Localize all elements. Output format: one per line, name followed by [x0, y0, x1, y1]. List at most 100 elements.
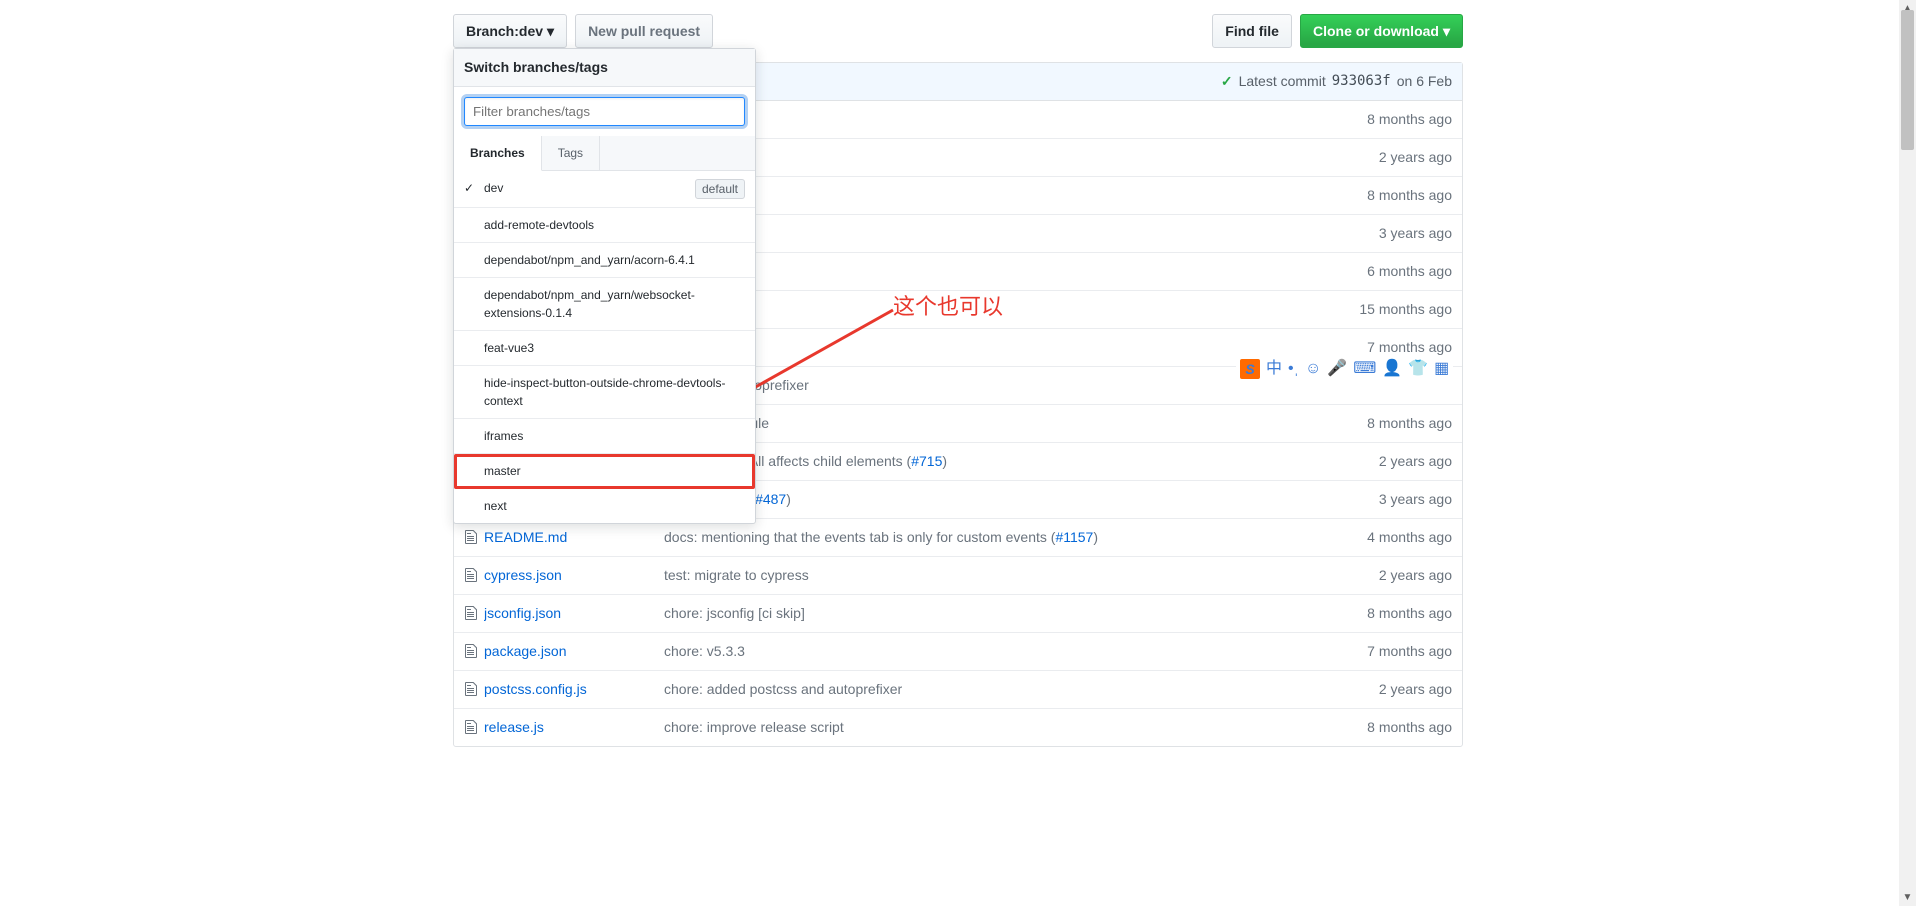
- file-icon: [464, 603, 484, 624]
- ime-lang-icon[interactable]: 中: [1266, 357, 1282, 381]
- tab-branches[interactable]: Branches: [454, 136, 542, 171]
- branch-name: dev: [519, 21, 543, 41]
- branch-item-add-remote-devtools[interactable]: add-remote-devtools: [454, 208, 755, 243]
- file-age: 4 months ago: [1332, 527, 1452, 548]
- file-icon: [464, 527, 484, 548]
- file-name[interactable]: README.md: [484, 527, 664, 548]
- branch-item-next[interactable]: next: [454, 489, 755, 523]
- branch-item-hide-inspect-button-outside-chrome-devtools-context[interactable]: hide-inspect-button-outside-chrome-devto…: [454, 366, 755, 419]
- branch-item-label: iframes: [484, 427, 523, 445]
- branch-item-label: master: [484, 462, 521, 480]
- branch-item-label: feat-vue3: [484, 339, 534, 357]
- commit-message[interactable]: creenshots: [664, 299, 1332, 320]
- latest-commit-label: Latest commit: [1239, 71, 1326, 92]
- branch-item-label: next: [484, 497, 507, 515]
- ime-keyboard-icon[interactable]: ⌨: [1353, 357, 1376, 381]
- table-row: jsconfig.jsonchore: jsconfig [ci skip]8 …: [454, 595, 1462, 633]
- vertical-scrollbar[interactable]: ▲ ▼: [1899, 0, 1916, 906]
- filter-branches-input[interactable]: [464, 97, 745, 126]
- file-icon: [464, 565, 484, 586]
- file-age: 6 months ago: [1332, 261, 1452, 282]
- table-row: README.mddocs: mentioning that the event…: [454, 519, 1462, 557]
- table-row: package.jsonchore: v5.3.37 months ago: [454, 633, 1462, 671]
- file-name[interactable]: release.js: [484, 717, 664, 738]
- table-row: postcss.config.jschore: added postcss an…: [454, 671, 1462, 709]
- commit-date: on 6 Feb: [1397, 71, 1452, 92]
- commit-message[interactable]: apse/Expand All affects child elements (…: [664, 451, 1332, 472]
- table-row: cypress.jsontest: migrate to cypress2 ye…: [454, 557, 1462, 595]
- branch-item-feat-vue3[interactable]: feat-vue3: [454, 331, 755, 366]
- branch-item-label: dependabot/npm_and_yarn/websocket-extens…: [484, 286, 745, 322]
- check-icon: ✓: [464, 179, 474, 197]
- commit-message[interactable]: ckfile: [664, 109, 1332, 130]
- ime-user-icon[interactable]: 👤: [1382, 357, 1402, 381]
- commit-message[interactable]: chore: v5.3.3: [664, 641, 1332, 662]
- ime-skin-icon[interactable]: 👕: [1408, 357, 1428, 381]
- commit-message[interactable]: late: [664, 147, 1332, 168]
- commit-hash[interactable]: 933063f: [1332, 71, 1391, 92]
- file-age: 3 years ago: [1332, 223, 1452, 244]
- commit-message[interactable]: test: migrate to cypress: [664, 565, 1332, 586]
- branch-item-master[interactable]: master: [454, 454, 755, 489]
- file-age: 2 years ago: [1332, 679, 1452, 700]
- file-age: 8 months ago: [1332, 603, 1452, 624]
- file-age: 3 years ago: [1332, 489, 1452, 510]
- repo-page: Branch: dev ▾ New pull request Find file…: [453, 0, 1463, 747]
- scroll-down-icon[interactable]: ▼: [1899, 889, 1916, 906]
- file-age: 8 months ago: [1332, 717, 1452, 738]
- branch-dropdown: Switch branches/tags Branches Tags ✓devd…: [453, 48, 756, 524]
- file-name[interactable]: postcss.config.js: [484, 679, 664, 700]
- file-name[interactable]: package.json: [484, 641, 664, 662]
- file-age: 2 years ago: [1332, 451, 1452, 472]
- file-age: 8 months ago: [1332, 413, 1452, 434]
- file-age: 15 months ago: [1332, 299, 1452, 320]
- file-icon: [464, 641, 484, 662]
- dropdown-tabs: Branches Tags: [454, 136, 755, 171]
- repo-toolbar: Branch: dev ▾ New pull request Find file…: [453, 14, 1463, 48]
- clone-download-button[interactable]: Clone or download ▾: [1300, 14, 1463, 48]
- commit-message[interactable]: ar: [664, 261, 1332, 282]
- branch-item-label: add-remote-devtools: [484, 216, 594, 234]
- commit-message[interactable]: docs: mentioning that the events tab is …: [664, 527, 1332, 548]
- branch-item-label: hide-inspect-button-outside-chrome-devto…: [484, 374, 745, 410]
- commit-meta: ✓ Latest commit 933063f on 6 Feb: [1221, 71, 1452, 92]
- file-name[interactable]: cypress.json: [484, 565, 664, 586]
- tab-tags[interactable]: Tags: [542, 136, 600, 170]
- caret-down-icon: ▾: [1443, 21, 1450, 41]
- file-icon: [464, 717, 484, 738]
- ime-punct-icon[interactable]: •ˌ: [1288, 357, 1299, 381]
- branch-item-label: dependabot/npm_and_yarn/acorn-6.4.1: [484, 251, 695, 269]
- table-row: release.jschore: improve release script8…: [454, 709, 1462, 746]
- file-icon: [464, 679, 484, 700]
- file-name[interactable]: jsconfig.json: [484, 603, 664, 624]
- dropdown-filter-wrap: [454, 87, 755, 136]
- scrollbar-thumb[interactable]: [1901, 10, 1914, 150]
- sogou-logo-icon: S: [1240, 359, 1260, 379]
- default-badge: default: [695, 179, 745, 199]
- commit-message[interactable]: chore: jsconfig [ci skip]: [664, 603, 1332, 624]
- caret-down-icon: ▾: [547, 21, 554, 41]
- ime-voice-icon[interactable]: 🎤: [1327, 357, 1347, 381]
- branch-select-button[interactable]: Branch: dev ▾: [453, 14, 567, 48]
- find-file-button[interactable]: Find file: [1212, 14, 1292, 48]
- branch-prefix: Branch:: [466, 21, 519, 41]
- branch-item-iframes[interactable]: iframes: [454, 419, 755, 454]
- commit-message[interactable]: chore: added postcss and autoprefixer: [664, 679, 1332, 700]
- new-pull-request-button[interactable]: New pull request: [575, 14, 713, 48]
- commit-message[interactable]: chore: improve release script: [664, 717, 1332, 738]
- branch-item-dev[interactable]: ✓devdefault: [454, 171, 755, 208]
- check-icon: ✓: [1221, 71, 1233, 92]
- file-age: 8 months ago: [1332, 109, 1452, 130]
- ime-emoji-icon[interactable]: ☺: [1305, 357, 1321, 381]
- commit-message[interactable]: ostcss and autoprefixer: [664, 375, 1332, 396]
- commit-message[interactable]: ot: [664, 223, 1332, 244]
- branch-item-dependabot-npm-and-yarn-websocket-extensions-0-1-4[interactable]: dependabot/npm_and_yarn/websocket-extens…: [454, 278, 755, 331]
- ime-toolbar[interactable]: S 中 •ˌ ☺ 🎤 ⌨ 👤 👕 ▦: [1236, 355, 1453, 383]
- branch-item-dependabot-npm-and-yarn-acorn-6-4-1[interactable]: dependabot/npm_and_yarn/acorn-6.4.1: [454, 243, 755, 278]
- file-age: 7 months ago: [1332, 641, 1452, 662]
- commit-message[interactable]: update range (#487): [664, 489, 1332, 510]
- ime-menu-icon[interactable]: ▦: [1434, 357, 1449, 381]
- branch-list: ✓devdefault add-remote-devtools dependabot…: [454, 171, 755, 523]
- file-age: 2 years ago: [1332, 565, 1452, 586]
- commit-message[interactable]: nable no-var rule: [664, 413, 1332, 434]
